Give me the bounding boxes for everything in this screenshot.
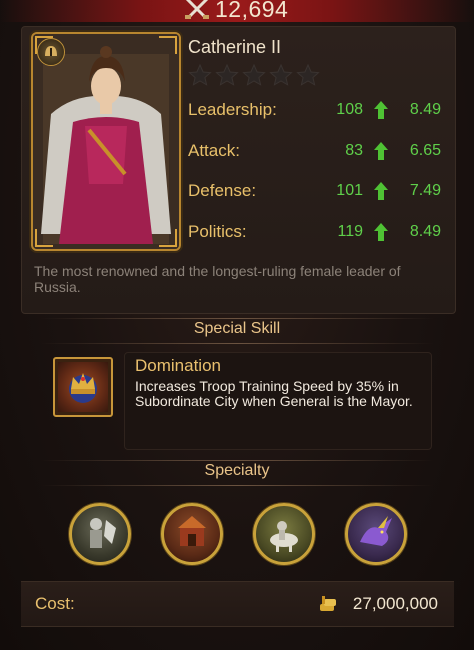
stat-growth-value: 8.49 [409, 223, 441, 240]
special-skill-header: Special Skill [193, 320, 281, 337]
stat-label: Leadership: [188, 100, 277, 119]
divider [40, 460, 434, 461]
stat-label: Attack: [188, 141, 240, 160]
stat-base-value: 101 [336, 182, 363, 199]
divider [40, 343, 434, 344]
power-display: 12,694 [183, 0, 288, 22]
star-rating [188, 64, 320, 88]
frame-corner [35, 229, 53, 247]
power-value: 12,694 [215, 0, 289, 22]
stat-growth-value: 8.49 [409, 101, 441, 118]
arrow-up-icon [374, 101, 388, 119]
crossed-swords-icon [185, 0, 209, 19]
star-icon [269, 64, 293, 86]
helmet-badge-icon [37, 38, 65, 66]
dragon-icon[interactable] [345, 503, 407, 565]
stat-growth-value: 6.65 [409, 142, 441, 159]
general-name: Catherine II [188, 37, 282, 57]
infantry-icon[interactable] [69, 503, 131, 565]
stat-row-attack: Attack: 83 6.65 [188, 141, 441, 163]
general-description: The most renowned and the longest-ruling… [34, 263, 401, 295]
stat-label: Politics: [188, 222, 247, 241]
arrow-up-icon [374, 142, 388, 160]
specialty-list [0, 503, 474, 565]
frame-corner [159, 36, 177, 54]
frame-corner [159, 229, 177, 247]
divider [40, 485, 434, 486]
crown-icon[interactable] [53, 357, 113, 417]
stat-label: Defense: [188, 181, 257, 200]
stat-growth-value: 7.49 [409, 182, 441, 199]
arrow-up-icon [374, 223, 388, 241]
star-icon [296, 64, 320, 86]
cavalry-icon[interactable] [253, 503, 315, 565]
gold-coin-icon [320, 596, 336, 611]
siege-icon[interactable] [161, 503, 223, 565]
stat-row-defense: Defense: 101 7.49 [188, 181, 441, 203]
arrow-up-icon [374, 182, 388, 200]
general-portrait [31, 32, 181, 251]
skill-name: Domination [135, 356, 221, 375]
stat-row-politics: Politics: 119 8.49 [188, 222, 441, 244]
star-icon [188, 64, 212, 86]
specialty-header: Specialty [204, 462, 270, 479]
cost-value: 27,000,000 [352, 594, 438, 613]
stat-base-value: 119 [337, 223, 363, 240]
cost-label: Cost: [35, 594, 75, 613]
cost-bar: Cost: 27,000,000 [21, 581, 454, 627]
stat-row-leadership: Leadership: 108 8.49 [188, 100, 441, 122]
star-icon [215, 64, 239, 86]
star-icon [242, 64, 266, 86]
divider [40, 318, 434, 319]
stat-base-value: 83 [345, 142, 363, 159]
skill-description: Increases Troop Training Speed by 35% in… [135, 378, 413, 409]
stat-base-value: 108 [336, 101, 363, 118]
